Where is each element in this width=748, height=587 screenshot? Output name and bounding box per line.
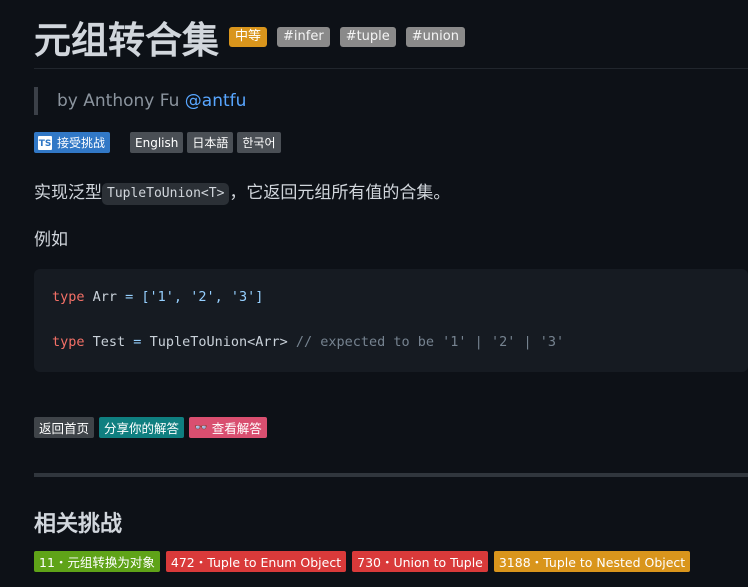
view-solutions-label: 查看解答 (211, 421, 262, 436)
accept-challenge-label: 接受挑战 (57, 136, 106, 150)
view-solutions-button[interactable]: 👓 查看解答 (189, 417, 267, 438)
related-challenge-11[interactable]: 11・元组转换为对象 (34, 551, 160, 572)
description-inline-code: TupleToUnion<T> (102, 183, 230, 205)
difficulty-badge: 中等 (229, 27, 268, 47)
code-type-name: Test (84, 334, 134, 350)
badge-row: TS 接受挑战 English 日本語 한국어 (34, 132, 285, 153)
related-challenge-3188[interactable]: 3188・Tuple to Nested Object (493, 551, 691, 572)
related-challenges: 11・元组转换为对象 472・Tuple to Enum Object 730・… (34, 551, 696, 572)
code-block: type Arr = ['1', '2', '3'] type Test = T… (34, 269, 748, 372)
back-home-button[interactable]: 返回首页 (34, 417, 95, 438)
code-keyword: type (52, 289, 85, 305)
code-keyword: type (52, 334, 85, 350)
tag-infer[interactable]: #infer (277, 27, 330, 47)
lang-english-button[interactable]: English (130, 132, 184, 153)
challenge-description: 实现泛型 TupleToUnion<T> ，它返回元组所有值的合集。 (34, 180, 450, 206)
code-line-1: type Arr = ['1', '2', '3'] (52, 289, 263, 305)
example-label: 例如 (34, 230, 68, 250)
author-byline: by Anthony Fu @antfu (34, 87, 246, 115)
related-title: 相关挑战 (34, 512, 123, 537)
code-comment: // expected to be '1' | '2' | '3' (295, 334, 565, 350)
code-generic-call: TupleToUnion<Arr> (141, 334, 296, 350)
description-before: 实现泛型 (34, 183, 102, 203)
related-challenge-730[interactable]: 730・Union to Tuple (352, 551, 488, 572)
title-row: 元组转合集 中等 #infer #tuple #union (34, 14, 475, 62)
section-divider (34, 473, 748, 477)
tag-union[interactable]: #union (405, 27, 465, 47)
author-link[interactable]: @antfu (185, 91, 247, 111)
author-prefix: by Anthony Fu (57, 91, 180, 111)
title-divider (34, 68, 748, 69)
description-after: ，它返回元组所有值的合集。 (229, 183, 451, 203)
code-line-2: type Test = TupleToUnion<Arr> // expecte… (52, 334, 564, 350)
tag-tuple[interactable]: #tuple (339, 27, 396, 47)
share-solution-button[interactable]: 分享你的解答 (99, 417, 185, 438)
action-row: 返回首页 分享你的解答 👓 查看解答 (34, 417, 272, 438)
lang-japanese-button[interactable]: 日本語 (187, 132, 234, 153)
code-tuple-value: ['1', '2', '3'] (133, 289, 264, 305)
typescript-icon: TS (38, 135, 52, 150)
accept-challenge-button[interactable]: TS 接受挑战 (34, 132, 111, 153)
code-type-name: Arr (84, 289, 126, 305)
glasses-icon: 👓 (194, 421, 208, 434)
lang-korean-button[interactable]: 한국어 (237, 132, 281, 153)
page-title: 元组转合集 (34, 19, 219, 62)
related-challenge-472[interactable]: 472・Tuple to Enum Object (165, 551, 347, 572)
